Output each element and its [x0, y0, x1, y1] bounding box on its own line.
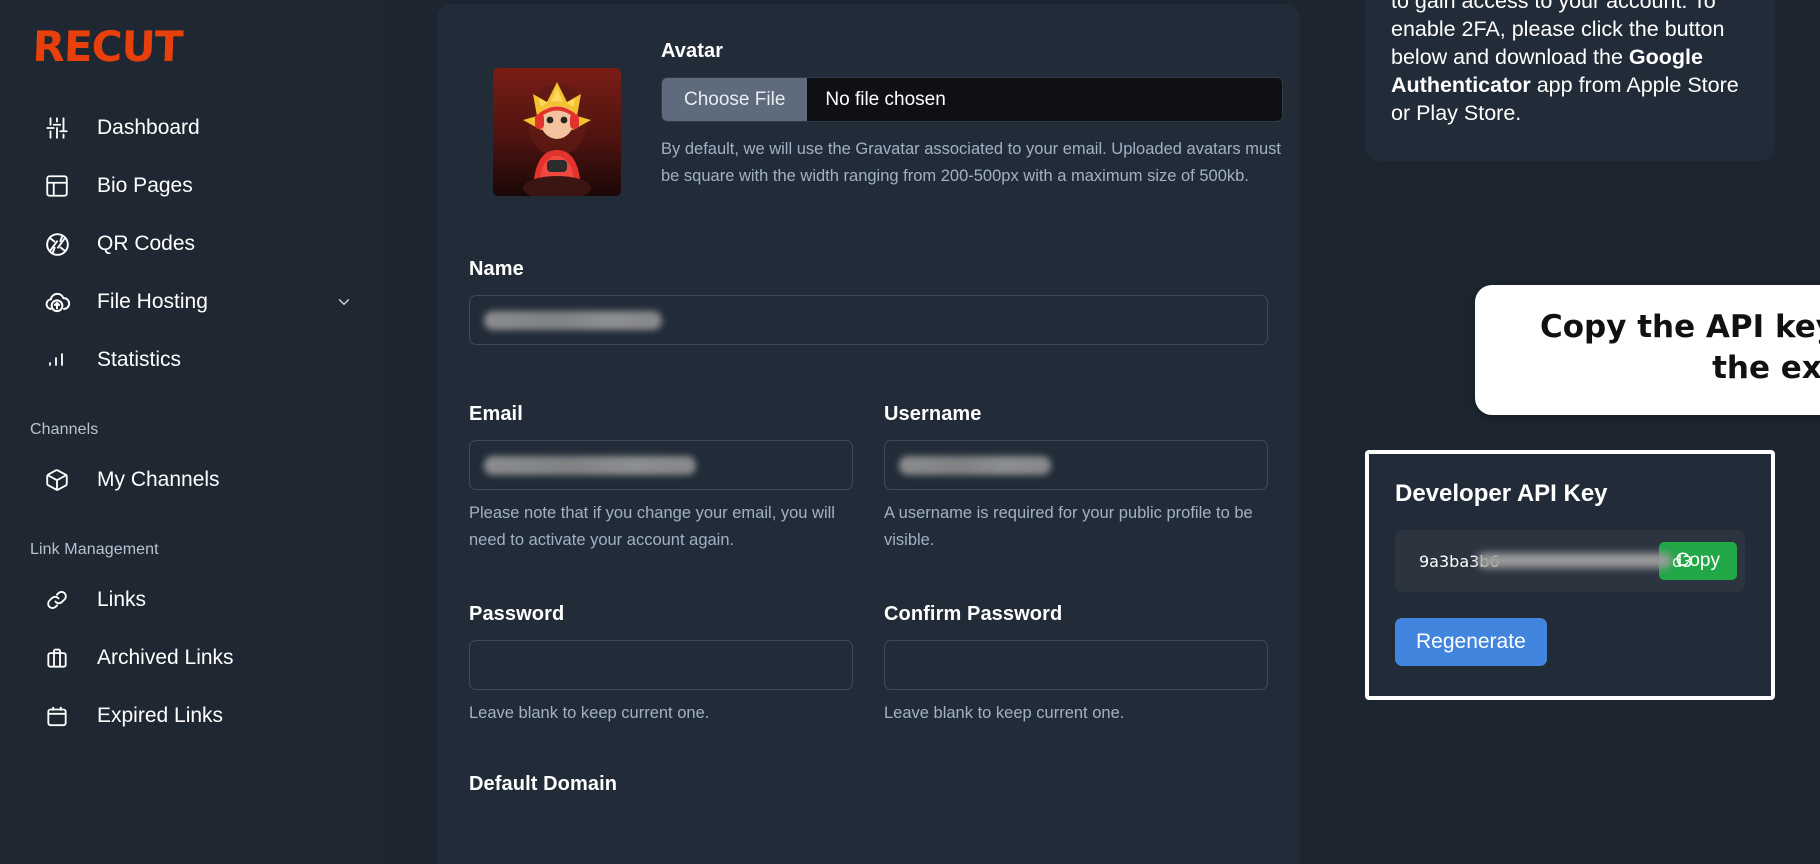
- developer-api-key-card: Developer API Key 9a3ba3b6 d3 Copy Regene…: [1365, 450, 1775, 700]
- layout-icon: [42, 171, 72, 201]
- api-key-title: Developer API Key: [1395, 480, 1608, 507]
- sidebar-item-label: Expired Links: [97, 704, 224, 727]
- name-label: Name: [469, 258, 524, 280]
- username-label: Username: [884, 403, 982, 425]
- confirm-password-section: Confirm Password Leave blank to keep cur…: [884, 603, 1268, 727]
- username-section: Username A username is required for your…: [884, 403, 1268, 553]
- calendar-icon: [42, 701, 72, 731]
- sidebar-item-label: Links: [97, 588, 147, 611]
- sidebar-group-title: Link Management: [30, 541, 159, 558]
- confirm-password-label: Confirm Password: [884, 603, 1063, 626]
- default-domain-section: Default Domain: [469, 773, 1268, 796]
- password-hint: Leave blank to keep current one.: [469, 704, 710, 723]
- sidebar-item-label: My Channels: [97, 468, 220, 491]
- username-hint: A username is required for your public p…: [884, 504, 1253, 549]
- avatar[interactable]: [493, 68, 621, 196]
- sidebar-item-statistics[interactable]: Statistics: [0, 331, 383, 389]
- email-username-row: Email Please note that if you change you…: [469, 403, 1268, 553]
- password-row: Password Leave blank to keep current one…: [469, 603, 1268, 727]
- api-key-field[interactable]: 9a3ba3b6 d3 Copy: [1395, 530, 1745, 592]
- sidebar-item-my-channels[interactable]: My Channels: [0, 451, 383, 509]
- name-section: Name: [469, 258, 1268, 345]
- email-section: Email Please note that if you change you…: [469, 403, 853, 553]
- sidebar-item-links[interactable]: Links: [0, 571, 383, 629]
- sidebar-item-label: Statistics: [97, 348, 182, 371]
- sidebar-item-dashboard[interactable]: Dashboard: [0, 99, 383, 157]
- sidebar-nav-primary: Dashboard Bio Pages QR Codes File Hostin…: [0, 99, 383, 389]
- sidebar-item-file-hosting[interactable]: File Hosting: [0, 273, 383, 331]
- email-input[interactable]: [469, 440, 853, 490]
- sidebar-group-title: Channels: [30, 421, 99, 438]
- confirm-password-hint: Leave blank to keep current one.: [884, 704, 1125, 723]
- api-key-value: 9a3ba3b6 d3: [1419, 552, 1692, 571]
- sidebar-item-label: Archived Links: [97, 646, 234, 669]
- confirm-password-input[interactable]: [884, 640, 1268, 691]
- sidebar-item-bio-pages[interactable]: Bio Pages: [0, 157, 383, 215]
- api-key-suffix: d3: [1672, 551, 1693, 571]
- sidebar: RECUT Dashboard Bio Pages QR Codes File …: [0, 0, 383, 864]
- redacted-value: [484, 310, 662, 330]
- bar-chart-icon: [42, 345, 72, 375]
- avatar-hint: By default, we will use the Gravatar ass…: [661, 140, 1281, 185]
- chevron-down-icon[interactable]: [335, 293, 353, 311]
- api-key-redacted: [1477, 552, 1672, 568]
- regenerate-api-key-button[interactable]: Regenerate: [1395, 618, 1547, 666]
- sidebar-item-label: Dashboard: [97, 116, 200, 139]
- box-icon: [42, 465, 72, 495]
- sidebar-group-channels: Channels My Channels: [0, 421, 383, 509]
- email-label: Email: [469, 403, 523, 425]
- sidebar-group-link-management: Link Management Links Archived Links Exp…: [0, 541, 383, 745]
- instruction-callout: Copy the API key and paste it into the e…: [1475, 285, 1820, 415]
- avatar-controls: Avatar Choose File No file chosen By def…: [621, 40, 1283, 189]
- avatar-image: [493, 68, 621, 196]
- sidebar-item-qr-codes[interactable]: QR Codes: [0, 215, 383, 273]
- sidebar-item-archived-links[interactable]: Archived Links: [0, 629, 383, 687]
- password-input[interactable]: [469, 640, 853, 691]
- twofa-description: 2FA is an enhanced level security for yo…: [1391, 0, 1749, 127]
- account-settings-form: Avatar Choose File No file chosen By def…: [437, 4, 1300, 864]
- password-label: Password: [469, 603, 565, 626]
- twofa-card: 2FA is an enhanced level security for yo…: [1365, 0, 1775, 162]
- main-content: Avatar Choose File No file chosen By def…: [383, 0, 1820, 864]
- cloud-upload-icon: [42, 287, 72, 317]
- file-status-text: No file chosen: [825, 88, 946, 110]
- redacted-value: [899, 455, 1051, 475]
- sliders-icon: [42, 113, 72, 143]
- app-root: RECUT Dashboard Bio Pages QR Codes File …: [0, 0, 1820, 864]
- briefcase-icon: [42, 643, 72, 673]
- right-column: 2FA is an enhanced level security for yo…: [1343, 0, 1820, 864]
- username-input[interactable]: [884, 440, 1268, 490]
- brand-logo[interactable]: RECUT: [0, 0, 383, 71]
- callout-text: Copy the API key and paste it into the e…: [1539, 309, 1820, 386]
- password-section: Password Leave blank to keep current one…: [469, 603, 853, 727]
- choose-file-button[interactable]: Choose File: [662, 78, 808, 121]
- sidebar-item-label: File Hosting: [97, 290, 208, 313]
- default-domain-label: Default Domain: [469, 773, 618, 796]
- redacted-value: [484, 455, 696, 475]
- link-icon: [42, 585, 72, 615]
- avatar-section: Avatar Choose File No file chosen By def…: [469, 40, 1283, 196]
- name-input[interactable]: [469, 295, 1268, 345]
- sidebar-item-label: Bio Pages: [97, 174, 193, 197]
- sidebar-item-label: QR Codes: [97, 232, 196, 255]
- avatar-label: Avatar: [661, 40, 724, 62]
- email-hint: Please note that if you change your emai…: [469, 504, 835, 549]
- avatar-file-input[interactable]: Choose File No file chosen: [661, 77, 1283, 122]
- sidebar-item-expired-links[interactable]: Expired Links: [0, 687, 383, 745]
- aperture-icon: [42, 229, 72, 259]
